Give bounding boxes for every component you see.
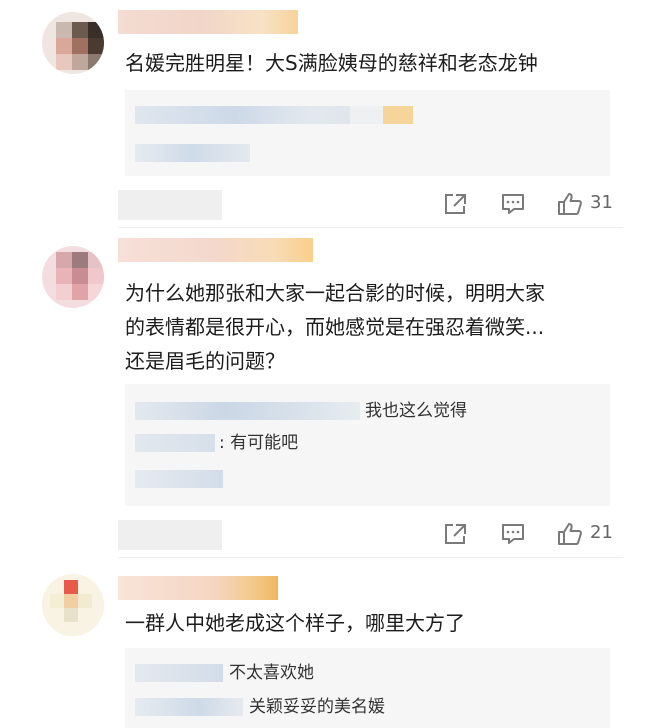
reply-box[interactable]: 我也这么觉得 : 有可能吧 bbox=[125, 384, 610, 506]
share-icon[interactable] bbox=[442, 522, 468, 546]
comment-icon[interactable] bbox=[500, 192, 526, 216]
comment-text: 为什么她那张和大家一起合影的时候，明明大家 的表情都是很开心，而她感觉是在强忍着… bbox=[125, 281, 545, 373]
reply-item[interactable]: 不太喜欢她 bbox=[135, 662, 605, 684]
comment-actions: 21 bbox=[0, 516, 651, 552]
reply-box[interactable] bbox=[125, 90, 610, 176]
thumbs-up-icon[interactable] bbox=[557, 522, 583, 546]
reply-item[interactable] bbox=[135, 104, 605, 126]
reply-item[interactable] bbox=[135, 468, 335, 490]
timestamp-redacted bbox=[118, 190, 222, 220]
reply-item[interactable]: 我也这么觉得 bbox=[135, 400, 605, 422]
comment-text: 一群人中她老成这个样子，哪里大方了 bbox=[125, 611, 465, 635]
like-count: 21 bbox=[590, 522, 613, 543]
avatar[interactable] bbox=[42, 574, 104, 636]
comment-text: 名媛完胜明星！大S满脸姨母的慈祥和老态龙钟 bbox=[125, 51, 538, 75]
reply-item[interactable] bbox=[135, 142, 335, 164]
username-redacted[interactable] bbox=[118, 238, 313, 262]
divider bbox=[118, 227, 623, 228]
comment-actions: 31 bbox=[0, 186, 651, 222]
timestamp-redacted bbox=[118, 520, 222, 550]
avatar[interactable] bbox=[42, 246, 104, 308]
reply-box[interactable]: 不太喜欢她 关颖妥妥的美名媛 bbox=[125, 648, 610, 728]
reply-item[interactable]: 关颖妥妥的美名媛 bbox=[135, 696, 605, 718]
thumbs-up-icon[interactable] bbox=[557, 192, 583, 216]
reply-item[interactable]: : 有可能吧 bbox=[135, 432, 605, 454]
divider bbox=[118, 557, 623, 558]
like-count: 31 bbox=[590, 192, 613, 213]
avatar[interactable] bbox=[42, 12, 104, 74]
share-icon[interactable] bbox=[442, 192, 468, 216]
username-redacted[interactable] bbox=[118, 10, 298, 34]
username-redacted[interactable] bbox=[118, 576, 278, 600]
comment-icon[interactable] bbox=[500, 522, 526, 546]
